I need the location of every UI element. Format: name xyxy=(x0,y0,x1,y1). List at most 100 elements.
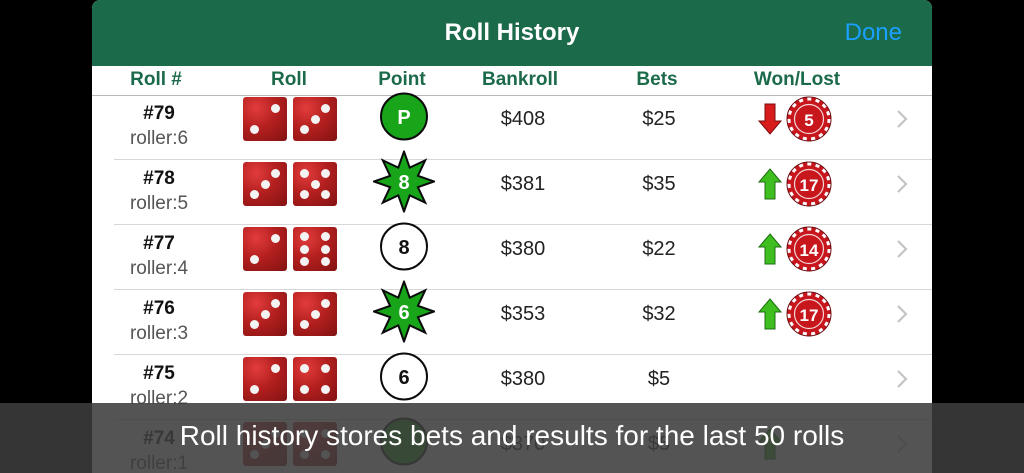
die-pip xyxy=(310,114,320,124)
roller-label: roller:6 xyxy=(129,128,189,149)
table-row[interactable]: #78 roller:5 8 $381 $35 17 xyxy=(92,148,932,225)
roll-number: #76 xyxy=(143,298,175,319)
point-value: 6 xyxy=(398,302,409,324)
bankroll-value: $408 xyxy=(500,108,546,130)
won-arrow-icon xyxy=(757,298,783,335)
point-marker: P xyxy=(373,86,435,153)
point-value: P xyxy=(397,107,410,129)
die-icon xyxy=(293,227,337,271)
bets-value: $35 xyxy=(642,173,676,195)
die-pip xyxy=(321,363,331,373)
die-icon xyxy=(293,357,337,401)
die-pip xyxy=(260,309,270,319)
result-chip: 14 xyxy=(786,226,832,277)
bets-value: $22 xyxy=(642,238,676,260)
die-icon xyxy=(243,162,287,206)
die-icon xyxy=(243,292,287,336)
die-icon xyxy=(293,162,337,206)
table-row[interactable]: #79 roller:6 P $408 $25 5 xyxy=(92,92,932,160)
die-pip xyxy=(271,233,281,243)
die-pip xyxy=(321,168,331,178)
column-header-roll-number: Roll # xyxy=(130,69,182,90)
result-chip: 17 xyxy=(786,291,832,342)
bets-value: $25 xyxy=(642,108,676,130)
die-pip xyxy=(299,385,309,395)
die-pip xyxy=(321,256,331,266)
chip-value: 5 xyxy=(804,111,813,130)
die-pip xyxy=(299,256,309,266)
roll-number: #79 xyxy=(143,103,175,124)
die-pip xyxy=(310,179,320,189)
die-pip xyxy=(310,309,320,319)
die-icon xyxy=(293,292,337,336)
die-pip xyxy=(249,255,259,265)
die-icon xyxy=(243,97,287,141)
bankroll-value: $380 xyxy=(500,238,546,260)
point-value: 8 xyxy=(398,237,409,259)
table-row[interactable]: #76 roller:3 6 $353 $32 17 xyxy=(92,278,932,355)
roll-number: #75 xyxy=(143,363,175,384)
roll-number: #77 xyxy=(143,233,175,254)
die-pip xyxy=(321,244,331,254)
die-pip xyxy=(271,363,281,373)
die-icon xyxy=(243,227,287,271)
chevron-right-icon[interactable] xyxy=(895,108,909,135)
die-pip xyxy=(321,298,331,308)
bankroll-value: $381 xyxy=(500,173,546,195)
chevron-right-icon[interactable] xyxy=(895,173,909,200)
point-value: 6 xyxy=(398,367,409,389)
chip-value: 17 xyxy=(800,306,819,325)
die-pip xyxy=(271,103,281,113)
die-pip xyxy=(299,244,309,254)
chevron-right-icon[interactable] xyxy=(895,368,909,395)
die-pip xyxy=(271,298,281,308)
result-chip: 17 xyxy=(786,161,832,212)
chip-value: 14 xyxy=(800,241,819,260)
column-header-bankroll: Bankroll xyxy=(481,69,559,90)
die-pip xyxy=(321,385,331,395)
die-pip xyxy=(249,320,259,330)
chevron-right-icon[interactable] xyxy=(895,238,909,265)
die-icon xyxy=(243,357,287,401)
roller-label: roller:4 xyxy=(129,258,189,279)
bets-value: $32 xyxy=(642,303,676,325)
die-pip xyxy=(299,320,309,330)
chip-value: 17 xyxy=(800,176,819,195)
roll-number: #78 xyxy=(143,168,175,189)
column-header-bets: Bets xyxy=(636,69,678,90)
page-title: Roll History xyxy=(444,19,580,46)
result-chip: 5 xyxy=(786,96,832,147)
won-arrow-icon xyxy=(757,168,783,205)
bets-value: $5 xyxy=(647,368,671,390)
bankroll-value: $353 xyxy=(500,303,546,325)
die-pip xyxy=(321,103,331,113)
column-headers: Roll # Roll Point Bankroll Bets Won/Lost xyxy=(92,66,932,96)
roller-label: roller:3 xyxy=(129,323,189,344)
chevron-right-icon[interactable] xyxy=(895,303,909,330)
column-header-won-lost: Won/Lost xyxy=(753,69,841,90)
die-icon xyxy=(293,97,337,141)
die-pip xyxy=(271,168,281,178)
roller-label: roller:5 xyxy=(129,193,189,214)
die-pip xyxy=(321,190,331,200)
die-pip xyxy=(299,190,309,200)
point-marker: 8 xyxy=(371,148,437,218)
column-header-roll: Roll xyxy=(271,69,307,90)
caption-banner: Roll history stores bets and results for… xyxy=(0,403,1024,473)
die-pip xyxy=(299,168,309,178)
die-pip xyxy=(249,190,259,200)
die-pip xyxy=(299,125,309,135)
point-value: 8 xyxy=(398,172,409,194)
header-bar: Roll History Done xyxy=(92,0,932,66)
die-pip xyxy=(321,232,331,242)
done-button[interactable]: Done xyxy=(845,19,902,47)
die-pip xyxy=(260,179,270,189)
point-marker: 6 xyxy=(371,278,437,348)
table-row[interactable]: #77 roller:4 8 $380 $22 14 xyxy=(92,222,932,290)
die-pip xyxy=(249,125,259,135)
point-marker: 8 xyxy=(373,216,435,283)
bankroll-value: $380 xyxy=(500,368,546,390)
die-pip xyxy=(299,232,309,242)
won-arrow-icon xyxy=(757,233,783,270)
die-pip xyxy=(299,363,309,373)
